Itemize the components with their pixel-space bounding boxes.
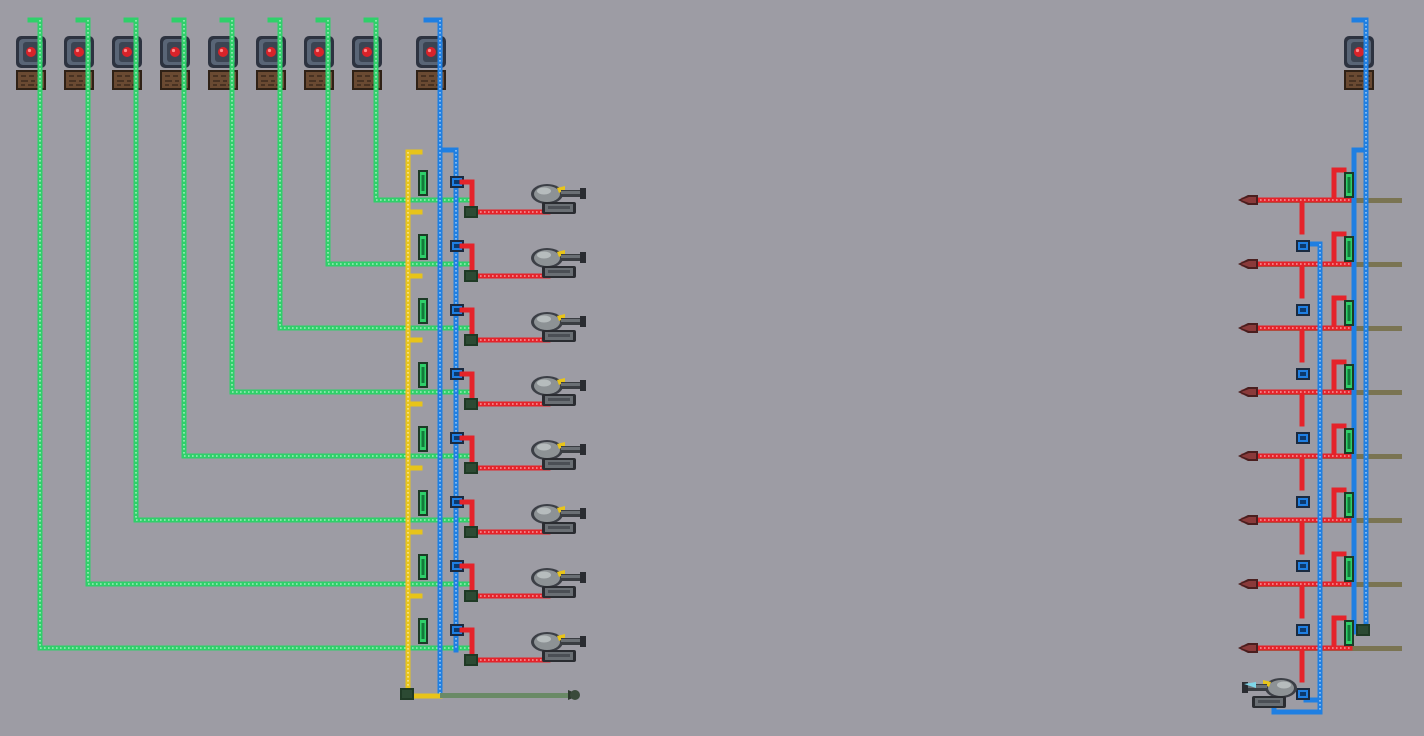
spear-trap-icon <box>1238 195 1258 205</box>
left-dart-traps <box>531 184 586 662</box>
junction-box-icon <box>1296 496 1310 508</box>
junction-box-icon <box>1296 240 1310 252</box>
logic-gate-icon <box>418 618 428 644</box>
blue-wires-left <box>423 17 459 699</box>
junction-box-icon <box>1296 368 1310 380</box>
logic-gate-icon <box>1344 556 1354 582</box>
spear-trap-icon <box>1238 323 1258 333</box>
junction-box-icon <box>1296 560 1310 572</box>
junction-box-icon <box>1296 304 1310 316</box>
yellow-wire <box>405 149 443 699</box>
logic-gate-icon <box>418 170 428 196</box>
spear-trap-icon <box>1238 643 1258 653</box>
spear-trap-icon <box>1238 451 1258 461</box>
green-wires <box>27 17 473 651</box>
wiring-scene <box>15 17 1402 715</box>
logic-gate-icon <box>1344 428 1354 454</box>
logic-gate-icon <box>1344 172 1354 198</box>
logic-gate-icon <box>418 234 428 260</box>
logic-gate-icon <box>418 362 428 388</box>
right-spear-traps <box>1238 195 1258 653</box>
logic-gate-icon <box>418 426 428 452</box>
right-lever[interactable] <box>1343 35 1375 91</box>
dart-trap-icon <box>1242 678 1297 708</box>
logic-gate-icon <box>1344 620 1354 646</box>
logic-gate-icon <box>418 490 428 516</box>
spear-trap-icon <box>1238 579 1258 589</box>
logic-gate-icon <box>1344 300 1354 326</box>
junction-box-icon <box>1296 624 1310 636</box>
junction-box-icon <box>1296 688 1310 700</box>
left-bottom-shaft <box>440 690 580 700</box>
spear-trap-icon <box>1238 387 1258 397</box>
logic-gate-icon <box>1344 236 1354 262</box>
spear-trap-icon <box>1238 259 1258 269</box>
logic-gate-icon <box>1344 492 1354 518</box>
logic-gate-icon <box>418 554 428 580</box>
logic-gate-icon <box>1344 364 1354 390</box>
lever-icon[interactable] <box>1343 35 1375 91</box>
right-dart-trap <box>1242 678 1297 708</box>
logic-gate-icon <box>418 298 428 324</box>
spear-trap-icon <box>1238 515 1258 525</box>
junction-box-icon <box>1296 432 1310 444</box>
